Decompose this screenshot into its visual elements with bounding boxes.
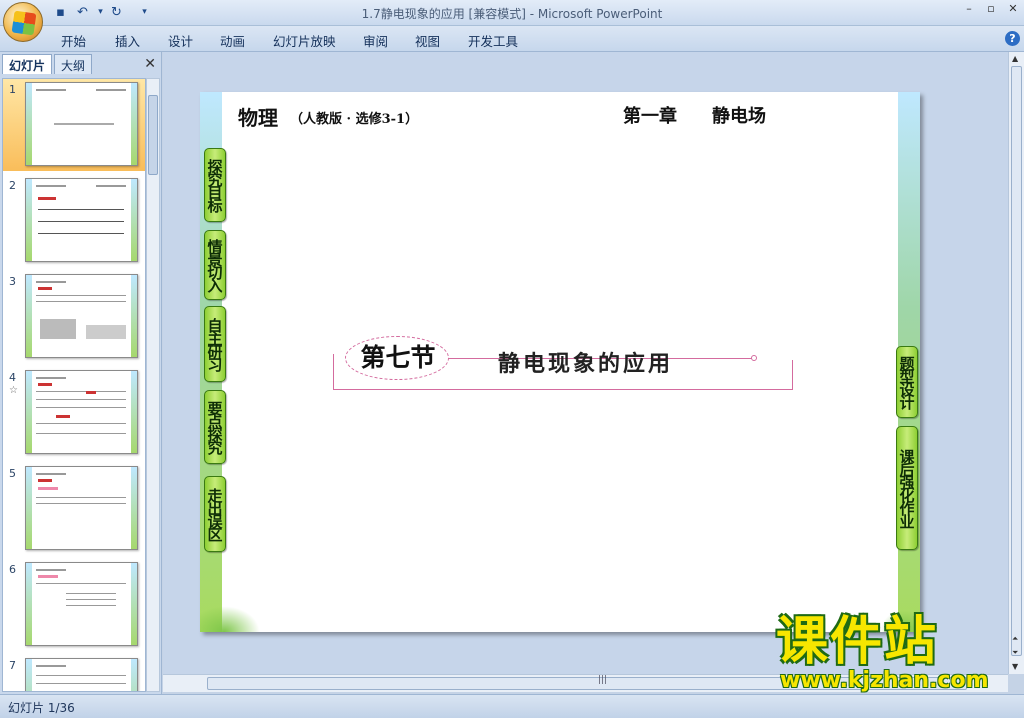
edition-label: （人教版 · 选修3-1） — [290, 112, 419, 127]
tab-home[interactable]: 开始 — [61, 31, 86, 50]
help-icon[interactable]: ? — [1005, 31, 1020, 46]
slide-thumbnail[interactable]: 7 — [3, 655, 145, 691]
grass-decoration — [200, 606, 260, 632]
thumb-preview — [25, 178, 138, 262]
status-bar: 幻灯片 1/36 — [0, 694, 1024, 718]
thumbnail-scrollbar[interactable] — [146, 78, 160, 692]
tab-design[interactable]: 设计 — [168, 31, 193, 50]
tab-insert[interactable]: 插入 — [115, 31, 140, 50]
office-button[interactable] — [3, 2, 43, 42]
watermark-url: www.kjzhan.com — [780, 668, 989, 693]
slide-canvas[interactable]: 物理 （人教版 · 选修3-1） 第一章 静电场 探究目标 情景切入 自主研习 … — [200, 92, 920, 632]
nav-button-self-study[interactable]: 自主研习 — [204, 306, 226, 382]
thumb-number: 2 — [9, 179, 16, 192]
subject-title: 物理 — [238, 106, 278, 130]
thumb-preview — [25, 82, 138, 166]
thumb-preview — [25, 562, 138, 646]
nav-button-misconceptions[interactable]: 走出误区 — [204, 476, 226, 552]
nav-button-scenario[interactable]: 情景切入 — [204, 230, 226, 300]
nav-button-goals[interactable]: 探究目标 — [204, 148, 226, 222]
chapter-label: 第一章 — [623, 106, 677, 127]
nav-button-homework[interactable]: 课后强化作业 — [896, 426, 918, 550]
section-number: 第七节 — [360, 343, 436, 372]
nav-button-key-points[interactable]: 要点探究 — [204, 390, 226, 464]
slide-thumbnail[interactable]: 1 — [3, 79, 145, 171]
slide-scrollbar[interactable]: ▲ ⏶ ⏷ ▼ — [1008, 52, 1024, 674]
tab-developer[interactable]: 开发工具 — [468, 31, 518, 50]
tab-animations[interactable]: 动画 — [220, 31, 245, 50]
thumb-number: 5 — [9, 467, 16, 480]
office-logo-icon — [11, 10, 37, 36]
slides-pane: 幻灯片 大纲 ✕ 1 2 3 4 ☆ 5 6 7 — [0, 52, 162, 694]
tab-review[interactable]: 审阅 — [363, 31, 388, 50]
ribbon-tabs: 开始 插入 设计 动画 幻灯片放映 审阅 视图 开发工具 ? — [0, 26, 1024, 52]
tab-outline[interactable]: 大纲 — [54, 54, 93, 74]
thumb-number: 3 — [9, 275, 16, 288]
thumb-number: 4 — [9, 371, 16, 384]
thumb-preview — [25, 370, 138, 454]
slide-thumbnail[interactable]: 6 — [3, 559, 145, 651]
nav-button-problem-types[interactable]: 题型设计 — [896, 346, 918, 418]
thumbnail-list[interactable]: 1 2 3 4 ☆ 5 6 7 — [2, 78, 146, 692]
slide-thumbnail[interactable]: 4 ☆ — [3, 367, 145, 459]
thumb-preview — [25, 658, 138, 691]
title-bar: ▪ ↶ ▾ ↻ ▾ 1.7静电现象的应用 [兼容模式] - Microsoft … — [0, 0, 1024, 42]
scroll-up-icon[interactable]: ▲ — [1012, 54, 1018, 63]
thumb-number: 7 — [9, 659, 16, 672]
animation-star-icon: ☆ — [9, 385, 18, 396]
scroll-down-icon[interactable]: ▼ — [1012, 662, 1018, 671]
thumb-preview — [25, 274, 138, 358]
thumb-number: 6 — [9, 563, 16, 576]
slide-thumbnail[interactable]: 5 — [3, 463, 145, 555]
thumb-number: 1 — [9, 83, 16, 96]
tab-slideshow[interactable]: 幻灯片放映 — [273, 31, 336, 50]
next-slide-icon[interactable]: ⏷ — [1012, 648, 1018, 658]
minimize-button[interactable]: – — [962, 2, 976, 15]
tab-view[interactable]: 视图 — [415, 31, 440, 50]
thumb-preview — [25, 466, 138, 550]
slide-thumbnail[interactable]: 2 — [3, 175, 145, 267]
prev-slide-icon[interactable]: ⏶ — [1012, 634, 1018, 644]
watermark-title: 课件站 — [776, 612, 939, 672]
tab-slides[interactable]: 幻灯片 — [2, 54, 53, 74]
section-title: 静电现象的应用 — [498, 352, 674, 377]
scroll-grip-icon: ||| — [598, 675, 608, 685]
scroll-thumb[interactable] — [1011, 66, 1022, 656]
maximize-button[interactable]: ▫ — [984, 2, 998, 15]
pane-close-icon[interactable]: ✕ — [144, 56, 156, 72]
window-title: 1.7静电现象的应用 [兼容模式] - Microsoft PowerPoint — [361, 7, 663, 21]
slide-counter: 幻灯片 1/36 — [8, 701, 75, 715]
close-button[interactable]: ✕ — [1006, 2, 1020, 15]
slide-thumbnail[interactable]: 3 — [3, 271, 145, 363]
scroll-thumb[interactable] — [148, 95, 158, 175]
topic-label: 静电场 — [712, 106, 766, 127]
